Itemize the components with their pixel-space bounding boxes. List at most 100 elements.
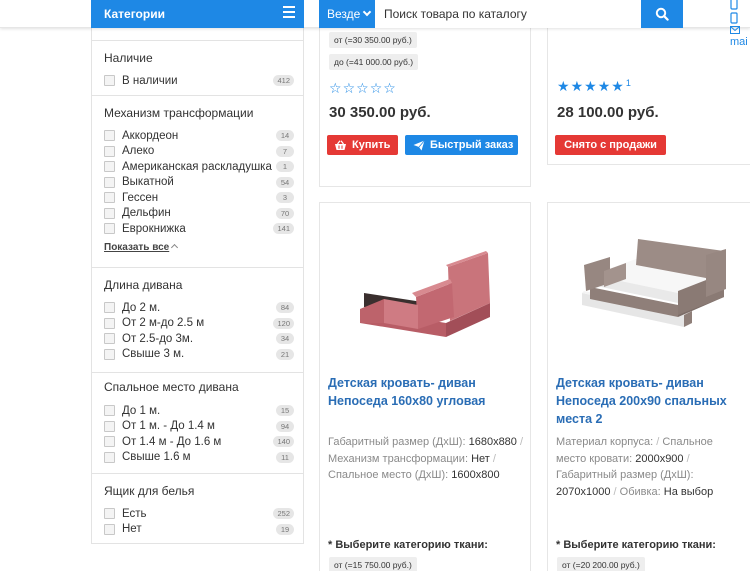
checkbox[interactable] — [104, 333, 115, 344]
chevron-up-icon — [171, 243, 179, 252]
buy-button-label: Купить — [352, 139, 391, 151]
filter-option[interactable]: Аккордеон 14 — [104, 128, 294, 143]
star-filled-icon: ★ — [597, 78, 611, 94]
checkbox[interactable] — [104, 130, 115, 141]
filter-option-label: Аккордеон — [122, 129, 179, 142]
filter-option[interactable]: Есть 252 — [104, 506, 294, 521]
checkbox[interactable] — [104, 317, 115, 329]
filter-option[interactable]: До 1 м. 15 — [104, 403, 294, 418]
filter-availability: Наличие В наличии 412 — [92, 40, 303, 96]
star-filled-icon: ★ — [570, 78, 584, 94]
rating-stars[interactable]: ☆ ☆ ☆ ☆ ☆ — [329, 81, 397, 95]
checkbox[interactable] — [104, 207, 115, 219]
checkbox[interactable] — [104, 420, 115, 432]
fabric-category-label: * Выберите категорию ткани: — [328, 539, 488, 551]
filter-mechanism: Механизм трансформации Аккордеон 14 Алеко… — [92, 95, 303, 268]
checkbox[interactable] — [104, 436, 115, 447]
filter-option[interactable]: Выкатной 54 — [104, 175, 294, 190]
product-image[interactable] — [574, 235, 730, 335]
filter-option[interactable]: До 2 м. 84 — [104, 300, 294, 315]
quick-order-label: Быстрый заказ — [430, 139, 514, 151]
rating-stars[interactable]: ★ ★ ★ ★ ★ 1 — [557, 78, 631, 94]
mail-icon[interactable] — [730, 26, 740, 34]
count-badge: 141 — [273, 223, 294, 234]
checkbox[interactable] — [104, 223, 115, 234]
mail-link[interactable]: mai — [730, 36, 748, 48]
checkbox[interactable] — [104, 523, 115, 535]
checkbox[interactable] — [104, 145, 115, 157]
count-badge: 84 — [276, 302, 294, 313]
spec-key: Спальное место (ДхШ): — [328, 469, 449, 481]
fabric-category-label: * Выберите категорию ткани: — [556, 539, 716, 551]
reviews-count[interactable]: 1 — [626, 79, 631, 93]
product-price: 28 100.00 руб. — [557, 104, 659, 121]
categories-menu-button[interactable]: Категории — [91, 0, 304, 28]
star-filled-icon: ★ — [557, 78, 570, 94]
spec-separator: / — [492, 452, 496, 465]
filter-title: Спальное место дивана — [104, 380, 239, 394]
product-title-link[interactable]: Детская кровать- диван Непоседа 200х90 с… — [556, 374, 741, 428]
spec-key: Габаритный размер (ДхШ): — [328, 436, 466, 448]
filter-option[interactable]: От 2.5-до 3м. 34 — [104, 331, 294, 346]
buy-button[interactable]: Купить — [327, 135, 398, 155]
filter-option[interactable]: Дельфин 70 — [104, 206, 294, 221]
filter-option[interactable]: В наличии 412 — [104, 73, 294, 88]
star-outline-icon: ☆ — [356, 80, 369, 96]
checkbox[interactable] — [104, 75, 115, 86]
filter-option[interactable]: Алеко 7 — [104, 144, 294, 159]
filter-option-label: Дельфин — [122, 207, 171, 219]
count-badge: 15 — [276, 405, 294, 416]
star-outline-icon: ☆ — [342, 80, 356, 96]
count-badge: 1 — [276, 161, 294, 172]
product-card: Детская кровать- диван Непоседа 200х90 с… — [547, 202, 750, 571]
discontinued-label: Снято с продажи — [564, 139, 657, 151]
phone-icon[interactable] — [730, 0, 739, 10]
count-badge: 14 — [276, 130, 294, 141]
star-filled-icon: ★ — [611, 78, 624, 94]
checkbox[interactable] — [104, 161, 115, 172]
quick-order-button[interactable]: Быстрый заказ — [405, 135, 518, 155]
filter-option-label: Есть — [122, 507, 147, 520]
filter-option[interactable]: Свыше 1.6 м 11 — [104, 450, 294, 465]
product-title-link[interactable]: Детская кровать- диван Непоседа 160х80 у… — [328, 374, 528, 410]
filter-option-label: В наличии — [122, 74, 178, 87]
checkbox[interactable] — [104, 405, 115, 416]
spec-key: Обивка: — [619, 485, 661, 498]
filter-option[interactable]: Нет 19 — [104, 522, 294, 537]
filter-option[interactable]: От 1.4 м - До 1.6 м 140 — [104, 434, 294, 449]
spec-key: Материал корпуса: — [556, 436, 654, 448]
filter-option-label: Нет — [122, 523, 142, 535]
product-specs: Габаритный размер (ДхШ): 1680х880 / Меха… — [328, 434, 528, 484]
count-badge: 34 — [276, 333, 294, 344]
filter-option[interactable]: От 2 м-до 2.5 м 120 — [104, 316, 294, 331]
search-scope-dropdown[interactable]: Везде — [319, 0, 375, 28]
checkbox[interactable] — [104, 192, 115, 203]
filter-option[interactable]: Еврокнижка 141 — [104, 221, 294, 236]
filter-option-label: Свыше 3 м. — [122, 348, 185, 360]
spec-key: Габаритный размер (ДхШ): — [556, 469, 694, 481]
discontinued-button[interactable]: Снято с продажи — [555, 135, 666, 155]
count-badge: 252 — [273, 508, 294, 519]
search-input[interactable] — [375, 0, 641, 28]
show-all-label: Показать все — [104, 242, 170, 253]
search-button[interactable] — [641, 0, 683, 28]
count-badge: 11 — [276, 451, 294, 463]
count-badge: 21 — [276, 348, 294, 360]
checkbox[interactable] — [104, 451, 115, 463]
product-image[interactable] — [354, 247, 494, 343]
checkbox[interactable] — [104, 176, 115, 188]
spec-value: 1680х880 — [468, 436, 517, 448]
checkbox[interactable] — [104, 302, 115, 313]
checkbox[interactable] — [104, 348, 115, 360]
checkbox[interactable] — [104, 508, 115, 519]
categories-label: Категории — [104, 7, 165, 21]
filter-option[interactable]: От 1 м. - До 1.4 м 94 — [104, 419, 294, 434]
price-from-chip: от (=30 350.00 руб.) — [329, 32, 417, 48]
show-all-link[interactable]: Показать все — [104, 242, 179, 253]
filter-option[interactable]: Свыше 3 м. 21 — [104, 347, 294, 362]
phone-icon[interactable] — [730, 12, 739, 24]
filter-option-label: От 2.5-до 3м. — [122, 332, 194, 345]
filter-option[interactable]: Американская раскладушка 1 — [104, 159, 294, 174]
filter-option[interactable]: Гессен 3 — [104, 190, 294, 205]
spec-key: Механизм трансформации: — [328, 452, 468, 465]
